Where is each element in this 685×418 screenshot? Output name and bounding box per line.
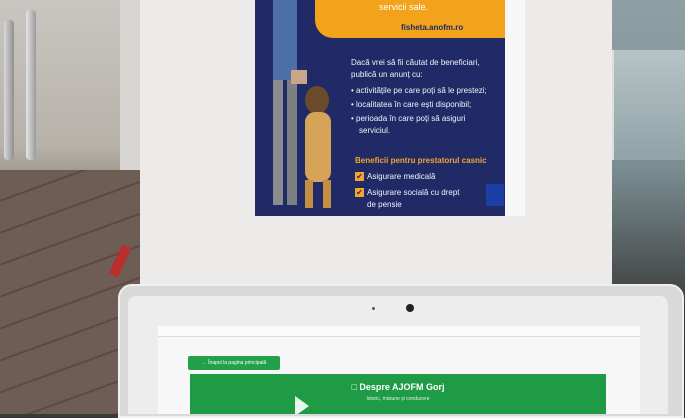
dog-illustration bbox=[305, 86, 331, 208]
metal-railing bbox=[4, 20, 14, 160]
right-window bbox=[610, 50, 685, 160]
poster-bullet: • localitatea în care ești disponibil; bbox=[351, 100, 472, 109]
sensor-icon bbox=[372, 307, 375, 310]
checkbox-icon: ✔ bbox=[355, 172, 364, 181]
checkbox-icon: ✔ bbox=[355, 188, 364, 197]
play-arrow-icon bbox=[295, 396, 309, 414]
laptop-screen: ← Înapoi la pagina principală □ Despre A… bbox=[158, 326, 640, 414]
poster-benefit-continuation: de pensie bbox=[367, 200, 402, 209]
poster-bullet: • activitățile pe care poți să le preste… bbox=[351, 86, 487, 95]
poster-logo-strip bbox=[505, 0, 525, 216]
metal-railing bbox=[26, 10, 36, 160]
hero-subtitle: Istoric, misiune și conducere bbox=[366, 396, 430, 402]
poster-benefit: ✔ Asigurare socială cu drept bbox=[355, 188, 460, 198]
poster-intro-line-2: publică un anunț cu: bbox=[351, 70, 423, 79]
poster-bullet-continuation: serviciul. bbox=[359, 126, 391, 135]
info-poster: servicii sale. fisheta.anofm.ro Dacă vre… bbox=[255, 0, 507, 216]
poster-benefits-title: Beneficii pentru prestatorul casnic bbox=[355, 156, 487, 165]
poster-benefit: ✔ Asigurare medicală bbox=[355, 172, 435, 182]
webcam-icon bbox=[406, 304, 414, 312]
poster-benefit-text: Asigurare socială cu drept bbox=[367, 188, 460, 197]
poster-benefit-text: Asigurare medicală bbox=[367, 172, 436, 181]
poster-bullet-text: localitatea în care ești disponibil; bbox=[356, 100, 472, 109]
eu-flag-icon bbox=[486, 184, 504, 206]
poster-top-link: fisheta.anofm.ro bbox=[401, 23, 464, 32]
back-to-home-button[interactable]: ← Înapoi la pagina principală bbox=[188, 356, 280, 370]
poster-bullet-text: activitățile pe care poți să le prestezi… bbox=[356, 86, 487, 95]
hero-title: □ Despre AJOFM Gorj bbox=[351, 382, 445, 392]
browser-top-bar bbox=[158, 326, 640, 337]
poster-orange-banner: servicii sale. fisheta.anofm.ro bbox=[315, 0, 507, 38]
poster-bullet-text: perioada în care poți să asiguri bbox=[356, 114, 466, 123]
hero-banner: □ Despre AJOFM Gorj Istoric, misiune și … bbox=[190, 374, 606, 414]
poster-bullet: • perioada în care poți să asiguri bbox=[351, 114, 466, 123]
poster-intro-line-1: Dacă vrei să fii căutat de beneficiari, bbox=[351, 58, 480, 67]
poster-top-text: servicii sale. bbox=[379, 2, 429, 12]
